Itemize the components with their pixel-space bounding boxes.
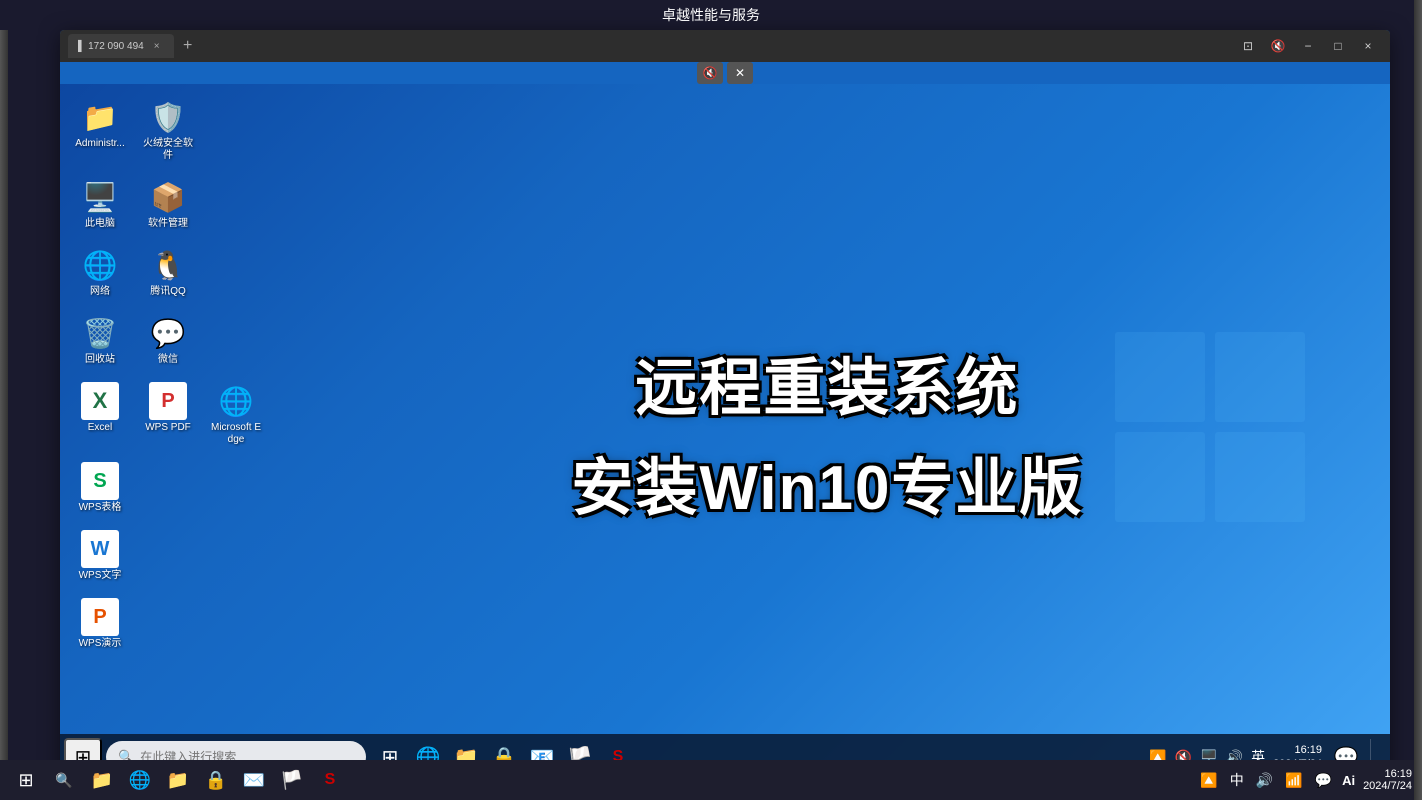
- outer-ai-label[interactable]: Ai: [1342, 773, 1355, 788]
- icon-row-1: 📁 Administr... 🛡️ 火绒安全软件: [70, 94, 266, 166]
- signal-bars: ▌: [78, 41, 85, 52]
- right-edge: [1414, 0, 1422, 800]
- outer-edge[interactable]: 🌐: [124, 764, 156, 796]
- wps-word-icon: W: [81, 530, 119, 568]
- computer-label: 此电脑: [85, 218, 115, 230]
- desktop-icon-wechat[interactable]: 💬 微信: [138, 310, 198, 370]
- desktop-icon-excel[interactable]: X Excel: [70, 378, 130, 450]
- recycle-label: 回收站: [85, 354, 115, 366]
- outer-time: 16:19: [1384, 768, 1412, 780]
- browser-window: ▌ 172 090 494 × + ⊡ 🔇 − □ × 🔇 ✕: [60, 30, 1390, 780]
- desktop-icons-grid: 📁 Administr... 🛡️ 火绒安全软件 🖥️ 此电脑 📦 软件管理: [70, 94, 266, 654]
- browser-minimize-button[interactable]: −: [1294, 36, 1322, 56]
- recycle-icon: 🗑️: [81, 314, 119, 352]
- outer-wps[interactable]: S: [314, 764, 346, 796]
- qq-label: 腾讯QQ: [150, 286, 186, 298]
- desktop-icon-network[interactable]: 🌐 网络: [70, 242, 130, 302]
- icon-row-4: 🗑️ 回收站 💬 微信: [70, 310, 266, 370]
- icon-row-2: 🖥️ 此电脑 📦 软件管理: [70, 174, 266, 234]
- remote-mute-button[interactable]: 🔇: [697, 62, 723, 84]
- page-title-bar: 卓越性能与服务: [0, 0, 1422, 30]
- restore-icon[interactable]: ⊡: [1234, 36, 1262, 56]
- browser-tab[interactable]: ▌ 172 090 494 ×: [68, 34, 174, 58]
- desktop-icon-wps-pdf[interactable]: P WPS PDF: [138, 378, 198, 450]
- desktop-icon-wps-table[interactable]: S WPS表格: [70, 458, 130, 518]
- browser-close-button[interactable]: ×: [1354, 36, 1382, 56]
- wechat-label: 微信: [158, 354, 178, 366]
- edge-icon: 🌐: [217, 382, 255, 420]
- outer-taskbar: ⊞ 🔍 📁 🌐 📁 🔒 ✉️ 🏳️ S 🔼 中 🔊 📶 💬 Ai 16:19 2…: [0, 760, 1422, 800]
- wps-pdf-label: WPS PDF: [145, 422, 191, 434]
- outer-mail[interactable]: ✉️: [238, 764, 270, 796]
- icon-row-5: X Excel P WPS PDF 🌐 Microsoft Edge: [70, 378, 266, 450]
- left-edge: [0, 0, 8, 800]
- tab-title: 172 090 494: [88, 41, 144, 52]
- outer-security[interactable]: 🔒: [200, 764, 232, 796]
- desktop-icon-wps-word[interactable]: W WPS文字: [70, 526, 130, 586]
- huorong-icon: 🛡️: [149, 98, 187, 136]
- signal-info: ▌ 172 090 494: [78, 41, 144, 52]
- wps-word-label: WPS文字: [79, 570, 122, 582]
- page-title: 卓越性能与服务: [662, 5, 760, 25]
- network-icon: 🌐: [81, 246, 119, 284]
- remote-close-button[interactable]: ✕: [727, 62, 753, 84]
- wps-table-icon: S: [81, 462, 119, 500]
- wechat-icon: 💬: [149, 314, 187, 352]
- outer-date: 2024/7/24: [1363, 780, 1412, 792]
- outer-tray-volume[interactable]: 🔊: [1254, 770, 1275, 791]
- wps-show-icon: P: [81, 598, 119, 636]
- excel-label: Excel: [88, 422, 112, 434]
- clock-time: 16:19: [1294, 743, 1322, 757]
- outer-taskbar-right: 🔼 中 🔊 📶 💬 Ai 16:19 2024/7/24: [1198, 768, 1412, 792]
- browser-maximize-button[interactable]: □: [1324, 36, 1352, 56]
- desktop-icon-administrator[interactable]: 📁 Administr...: [70, 94, 130, 166]
- outer-tray-wifi[interactable]: 📶: [1283, 770, 1304, 791]
- desktop-icon-recycle[interactable]: 🗑️ 回收站: [70, 310, 130, 370]
- outer-flag[interactable]: 🏳️: [276, 764, 308, 796]
- software-icon: 📦: [149, 178, 187, 216]
- wps-table-label: WPS表格: [79, 502, 122, 514]
- browser-controls: ⊡ 🔇 − □ ×: [1234, 36, 1382, 56]
- desktop-icon-huorong[interactable]: 🛡️ 火绒安全软件: [138, 94, 198, 166]
- administrator-icon: 📁: [81, 98, 119, 136]
- desktop-icon-ms-edge[interactable]: 🌐 Microsoft Edge: [206, 378, 266, 450]
- main-title-line1: 远程重装系统: [571, 337, 1083, 427]
- network-label: 网络: [90, 286, 110, 298]
- outer-clock[interactable]: 16:19 2024/7/24: [1363, 768, 1412, 792]
- qq-icon: 🐧: [149, 246, 187, 284]
- wps-show-label: WPS演示: [79, 638, 122, 650]
- outer-explorer[interactable]: 📁: [86, 764, 118, 796]
- desktop-icon-software[interactable]: 📦 软件管理: [138, 174, 198, 234]
- tab-close-button[interactable]: ×: [150, 39, 164, 53]
- icon-row-7: W WPS文字: [70, 526, 266, 586]
- outer-search[interactable]: 🔍: [48, 764, 80, 796]
- mute-icon[interactable]: 🔇: [1264, 36, 1292, 56]
- tab-add-button[interactable]: +: [178, 36, 198, 56]
- outer-tray-cn[interactable]: 中: [1228, 768, 1246, 792]
- desktop-icon-qq[interactable]: 🐧 腾讯QQ: [138, 242, 198, 302]
- huorong-label: 火绒安全软件: [142, 138, 194, 162]
- icon-row-8: P WPS演示: [70, 594, 266, 654]
- desktop-icon-computer[interactable]: 🖥️ 此电脑: [70, 174, 130, 234]
- computer-icon: 🖥️: [81, 178, 119, 216]
- windows-logo-watermark: [1110, 327, 1310, 537]
- browser-chrome: ▌ 172 090 494 × + ⊡ 🔇 − □ ×: [60, 30, 1390, 62]
- main-overlay-text: 远程重装系统 安装Win10专业版: [571, 337, 1083, 527]
- wps-pdf-icon: P: [149, 382, 187, 420]
- outer-tray-up[interactable]: 🔼: [1198, 770, 1219, 791]
- desktop-icon-wps-show[interactable]: P WPS演示: [70, 594, 130, 654]
- main-title-line2: 安装Win10专业版: [571, 437, 1083, 527]
- edge-label: Microsoft Edge: [210, 422, 262, 446]
- administrator-label: Administr...: [75, 138, 124, 150]
- outer-tray-notif[interactable]: 💬: [1313, 770, 1334, 791]
- outer-start[interactable]: ⊞: [10, 764, 42, 796]
- excel-icon: X: [81, 382, 119, 420]
- outer-folder[interactable]: 📁: [162, 764, 194, 796]
- software-label: 软件管理: [148, 218, 188, 230]
- icon-row-3: 🌐 网络 🐧 腾讯QQ: [70, 242, 266, 302]
- icon-row-6: S WPS表格: [70, 458, 266, 518]
- remote-desktop-controls: 🔇 ✕: [697, 62, 753, 84]
- desktop: 📁 Administr... 🛡️ 火绒安全软件 🖥️ 此电脑 📦 软件管理: [60, 84, 1390, 780]
